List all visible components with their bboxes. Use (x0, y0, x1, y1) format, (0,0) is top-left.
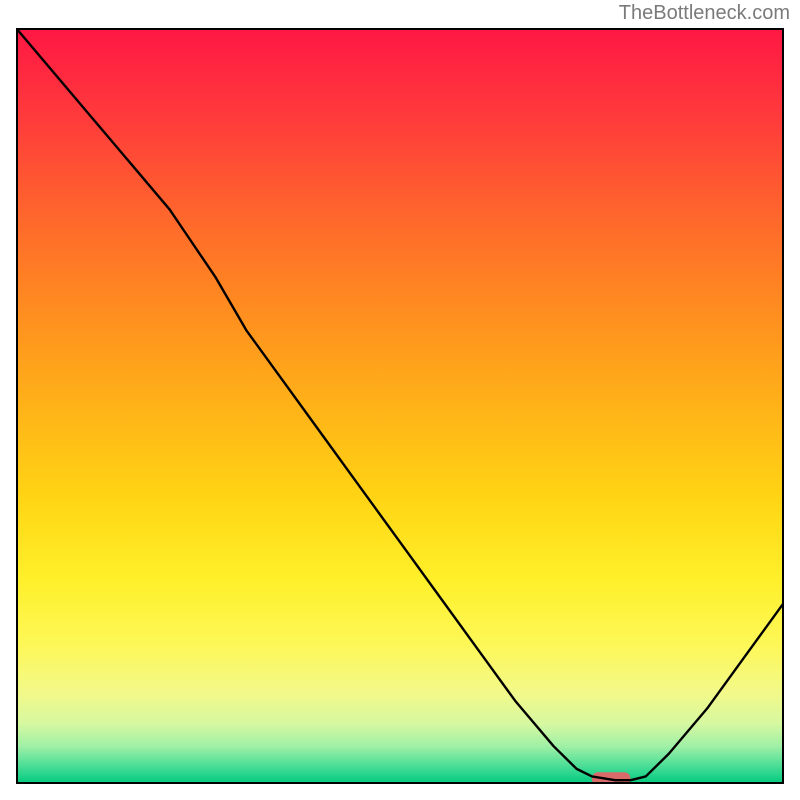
chart-container: TheBottleneck.com (0, 0, 800, 800)
chart-background-gradient (16, 28, 784, 784)
watermark-text: TheBottleneck.com (619, 2, 790, 25)
